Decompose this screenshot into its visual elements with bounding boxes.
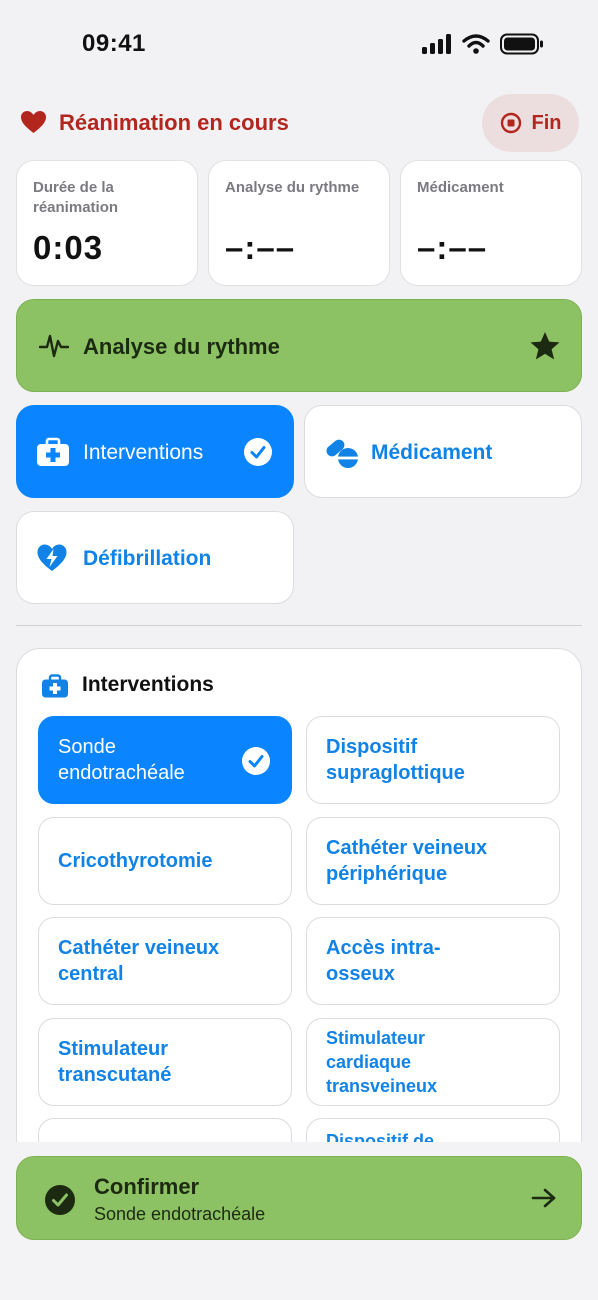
arrow-right-icon xyxy=(531,1188,556,1208)
category-defibrillation[interactable]: Défibrillation xyxy=(16,511,294,604)
rhythm-analysis-label: Analyse du rythme xyxy=(83,334,280,359)
option-sonde-endotracheale[interactable]: Sonde endotrachéale xyxy=(38,716,292,804)
category-medication[interactable]: Médicament xyxy=(304,405,582,498)
timer-label: Analyse du rythme xyxy=(225,179,360,196)
option-label: Stimulateur cardiaque transveineux xyxy=(326,1028,438,1096)
option-cricothyrotomie[interactable]: Cricothyrotomie xyxy=(38,817,292,905)
option-stimulateur-transcutane[interactable]: Stimulateur transcutané xyxy=(38,1018,292,1106)
timer-card-medication: Médicament –:–– xyxy=(400,160,582,286)
confirm-title: Confirmer xyxy=(94,1174,200,1199)
checkmark-circle-icon xyxy=(244,438,272,466)
option-catheter-veineux-central[interactable]: Cathéter veineux central xyxy=(38,917,292,1005)
timer-value: –:–– xyxy=(225,229,296,266)
confirm-subtitle: Sonde endotrachéale xyxy=(94,1204,266,1224)
timer-label: Médicament xyxy=(417,179,504,196)
star-icon[interactable] xyxy=(529,330,561,362)
checkmark-circle-icon xyxy=(242,747,270,775)
option-label: Sonde endotrachéale xyxy=(58,736,185,784)
header: Réanimation en cours Fin xyxy=(0,92,598,154)
heart-icon xyxy=(21,111,46,133)
option-stimulateur-cardiaque-transveineux[interactable]: Stimulateur cardiaque transveineux xyxy=(306,1018,560,1106)
option-label: Cathéter veineux périphérique xyxy=(326,837,488,885)
option-label: Cricothyrotomie xyxy=(58,850,213,872)
timer-card-rhythm: Analyse du rythme –:–– xyxy=(208,160,390,286)
waveform-icon xyxy=(39,334,69,358)
end-button-label: Fin xyxy=(531,111,562,134)
option-acces-intra-osseux[interactable]: Accès intra-osseux xyxy=(306,917,560,1005)
category-interventions[interactable]: Interventions xyxy=(16,405,294,498)
bottom-bar: Confirmer Sonde endotrachéale xyxy=(0,1142,598,1300)
timer-value: 0:03 xyxy=(33,229,104,266)
option-catheter-veineux-peripherique[interactable]: Cathéter veineux périphérique xyxy=(306,817,560,905)
option-dispositif-supraglottique[interactable]: Dispositif supraglottique xyxy=(306,716,560,804)
option-label: Cathéter veineux central xyxy=(58,937,220,985)
page-title: Réanimation en cours xyxy=(59,110,289,135)
panel-title: Interventions xyxy=(82,673,214,696)
category-label: Interventions xyxy=(83,441,204,464)
battery-icon xyxy=(500,33,543,55)
wifi-icon xyxy=(462,34,490,54)
medkit-icon xyxy=(37,437,69,466)
checkmark-circle-icon xyxy=(45,1185,75,1215)
status-icons xyxy=(422,33,544,55)
option-label: Stimulateur transcutané xyxy=(58,1038,172,1086)
option-label: Dispositif supraglottique xyxy=(326,736,465,784)
timer-label: Durée de la réanimation xyxy=(33,179,119,216)
medkit-icon xyxy=(42,674,68,698)
end-resuscitation-button[interactable]: Fin xyxy=(482,94,579,152)
option-label: Accès intra-osseux xyxy=(326,937,441,985)
pills-icon xyxy=(326,439,359,468)
confirm-button[interactable]: Confirmer Sonde endotrachéale xyxy=(16,1156,582,1240)
cellular-signal-icon xyxy=(422,34,451,54)
status-bar: 09:41 xyxy=(0,0,598,90)
timer-value: –:–– xyxy=(417,229,488,266)
stop-circle-icon xyxy=(500,112,521,134)
heart-bolt-icon xyxy=(37,544,67,571)
divider xyxy=(16,625,582,626)
category-label: Médicament xyxy=(371,441,493,464)
rhythm-analysis-button[interactable]: Analyse du rythme xyxy=(16,299,582,392)
timer-card-duration: Durée de la réanimation 0:03 xyxy=(16,160,198,286)
category-label: Défibrillation xyxy=(83,547,212,570)
status-time: 09:41 xyxy=(82,30,146,57)
timer-cards: Durée de la réanimation 0:03 Analyse du … xyxy=(16,160,582,286)
